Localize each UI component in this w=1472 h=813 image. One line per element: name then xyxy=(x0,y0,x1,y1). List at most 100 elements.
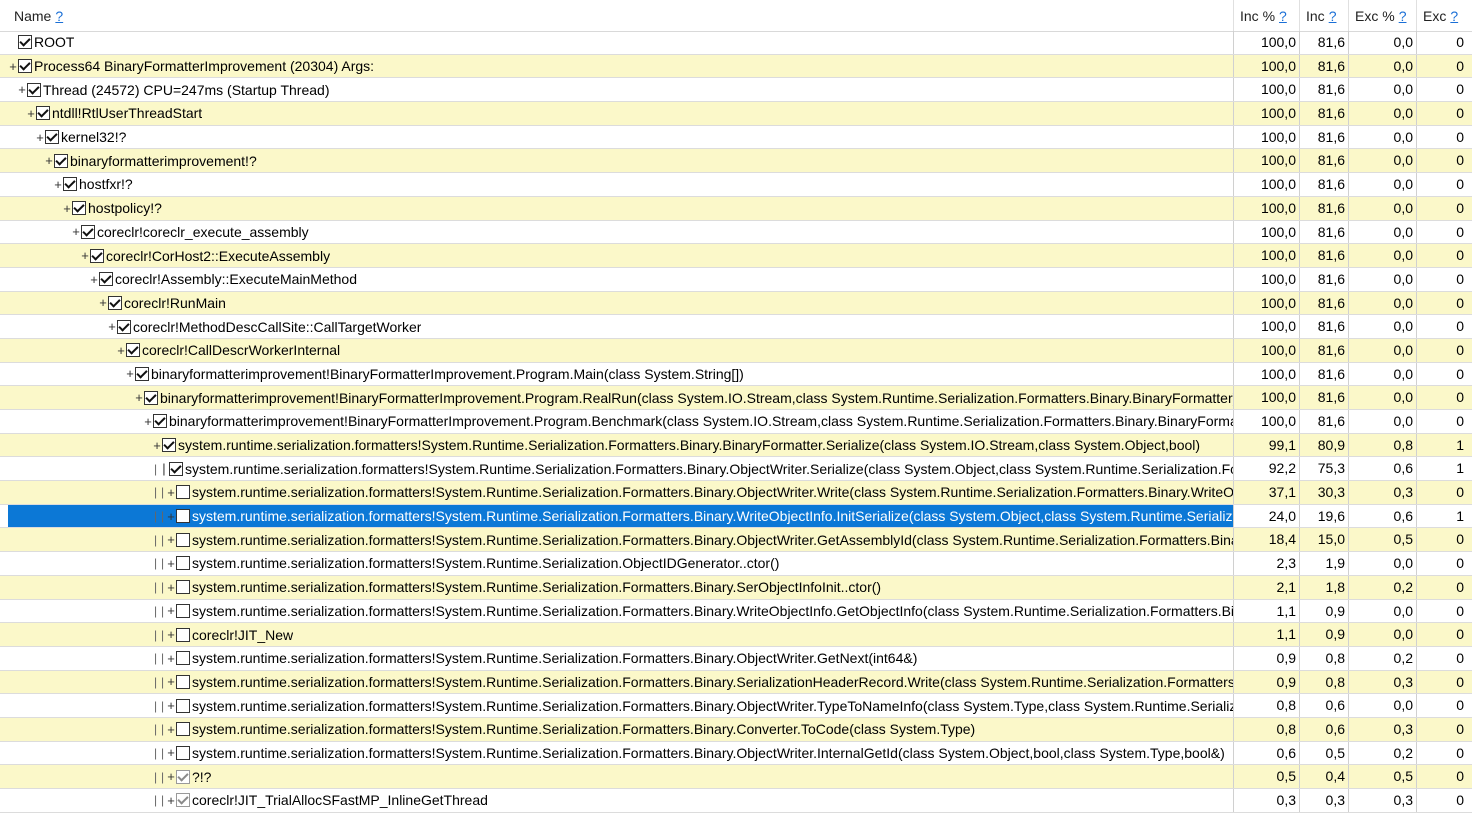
node-checkbox[interactable] xyxy=(36,106,50,121)
table-row[interactable]: + coreclr!coreclr_execute_assembly 100,0 81… xyxy=(0,220,1472,245)
node-checkbox[interactable] xyxy=(81,224,95,239)
table-row[interactable]: + hostfxr!? 100,0 81,6 0,0 0 xyxy=(0,173,1472,197)
table-row[interactable]: | | + system.runtime.serialization.formatte… xyxy=(0,599,1472,624)
name-cell[interactable]: + coreclr!Assembly::ExecuteMainMethod xyxy=(8,268,1233,291)
name-cell[interactable]: | | + coreclr!JIT_New xyxy=(8,623,1233,646)
inc-help-link[interactable]: ? xyxy=(1329,8,1337,24)
table-row[interactable]: | | system.runtime.serialization.formatter… xyxy=(0,457,1472,482)
node-checkbox[interactable] xyxy=(176,745,190,760)
expand-toggle[interactable]: + xyxy=(44,154,54,167)
name-cell[interactable]: + binaryformatterimprovement!BinaryFormat… xyxy=(8,410,1233,433)
name-cell[interactable]: ROOT xyxy=(8,31,1233,54)
expand-toggle[interactable]: + xyxy=(166,794,176,807)
expand-toggle[interactable]: + xyxy=(8,60,18,73)
node-checkbox[interactable] xyxy=(63,177,77,192)
name-cell[interactable]: + coreclr!coreclr_execute_assembly xyxy=(8,221,1233,244)
name-cell[interactable]: + system.runtime.serialization.formatters… xyxy=(8,434,1233,457)
node-checkbox[interactable] xyxy=(176,769,190,784)
name-cell[interactable]: + binaryformatterimprovement!BinaryFormat… xyxy=(8,363,1233,386)
expand-toggle[interactable]: + xyxy=(62,202,72,215)
expand-toggle[interactable]: + xyxy=(166,486,176,499)
node-checkbox[interactable] xyxy=(126,343,140,358)
node-checkbox[interactable] xyxy=(54,153,68,168)
node-checkbox[interactable] xyxy=(176,627,190,642)
column-header-name[interactable]: Name? xyxy=(14,0,1224,31)
name-cell[interactable]: | | + system.runtime.serialization.formatte… xyxy=(8,600,1233,623)
node-checkbox[interactable] xyxy=(176,698,190,713)
table-row[interactable]: | | + system.runtime.serialization.formatte… xyxy=(0,694,1472,718)
node-checkbox[interactable] xyxy=(27,82,41,97)
table-row[interactable]: | | + system.runtime.serialization.formatte… xyxy=(0,670,1472,695)
node-checkbox[interactable] xyxy=(176,651,190,666)
name-cell[interactable]: + coreclr!CorHost2::ExecuteAssembly xyxy=(8,244,1233,267)
expand-toggle[interactable]: + xyxy=(125,367,135,380)
name-cell[interactable]: + Process64 BinaryFormatterImprovement (2… xyxy=(8,55,1233,78)
node-checkbox[interactable] xyxy=(176,603,190,618)
expand-toggle[interactable]: + xyxy=(89,273,99,286)
header-divider[interactable] xyxy=(1233,0,1234,31)
node-checkbox[interactable] xyxy=(176,722,190,737)
table-row[interactable]: + binaryformatterimprovement!BinaryFormat… xyxy=(0,410,1472,434)
node-checkbox[interactable] xyxy=(162,438,176,453)
expand-toggle[interactable]: + xyxy=(166,675,176,688)
column-header-inc-pct[interactable]: Inc %? xyxy=(1240,0,1298,31)
table-row[interactable]: + Thread (24572) CPU=247ms (Startup Threa… xyxy=(0,78,1472,103)
header-divider[interactable] xyxy=(1416,0,1417,31)
node-checkbox[interactable] xyxy=(176,509,190,524)
expand-toggle[interactable]: + xyxy=(98,296,108,309)
node-checkbox[interactable] xyxy=(144,390,158,405)
table-row[interactable]: + coreclr!RunMain 100,0 81,6 0,0 0 xyxy=(0,291,1472,316)
table-row[interactable]: + system.runtime.serialization.formatters… xyxy=(0,433,1472,458)
expand-toggle[interactable]: + xyxy=(166,628,176,641)
name-cell[interactable]: | | system.runtime.serialization.formatter… xyxy=(8,457,1233,480)
expand-toggle[interactable]: + xyxy=(26,107,36,120)
name-cell[interactable]: + ntdll!RtlUserThreadStart xyxy=(8,102,1233,125)
name-help-link[interactable]: ? xyxy=(55,8,63,24)
table-row[interactable]: | | + coreclr!JIT_TrialAllocSFastMP_InlineG… xyxy=(0,789,1472,813)
expand-toggle[interactable]: + xyxy=(166,746,176,759)
table-row[interactable]: + coreclr!MethodDescCallSite::CallTargetW… xyxy=(0,315,1472,339)
table-row[interactable]: | | + coreclr!JIT_New 1,1 0,9 0,0 0 xyxy=(0,623,1472,647)
table-row[interactable]: | | + system.runtime.serialization.formatte… xyxy=(0,646,1472,671)
name-cell[interactable]: + hostpolicy!? xyxy=(8,197,1233,220)
table-row[interactable]: ROOT 100,0 81,6 0,0 0 xyxy=(0,31,1472,55)
node-checkbox[interactable] xyxy=(176,580,190,595)
table-row[interactable]: | | + system.runtime.serialization.formatte… xyxy=(0,575,1472,600)
expand-toggle[interactable]: + xyxy=(71,225,81,238)
expand-toggle[interactable]: + xyxy=(166,604,176,617)
name-cell[interactable]: | | + system.runtime.serialization.formatte… xyxy=(8,576,1233,599)
node-checkbox[interactable] xyxy=(169,461,183,476)
column-header-exc[interactable]: Exc? xyxy=(1423,0,1468,31)
exc-help-link[interactable]: ? xyxy=(1450,8,1458,24)
name-cell[interactable]: + coreclr!MethodDescCallSite::CallTargetW… xyxy=(8,315,1233,338)
name-cell[interactable]: + Thread (24572) CPU=247ms (Startup Threa… xyxy=(8,78,1233,101)
node-checkbox[interactable] xyxy=(176,556,190,571)
expand-toggle[interactable]: + xyxy=(166,557,176,570)
node-checkbox[interactable] xyxy=(135,366,149,381)
name-cell[interactable]: + hostfxr!? xyxy=(8,173,1233,196)
name-cell[interactable]: | | + system.runtime.serialization.formatte… xyxy=(8,742,1233,765)
name-cell[interactable]: | | + coreclr!JIT_TrialAllocSFastMP_InlineG… xyxy=(8,789,1233,812)
table-row[interactable]: | | + system.runtime.serialization.formatte… xyxy=(0,741,1472,766)
table-row[interactable]: | | + system.runtime.serialization.formatte… xyxy=(0,481,1472,505)
expand-toggle[interactable]: + xyxy=(166,723,176,736)
name-cell[interactable]: | | + system.runtime.serialization.formatte… xyxy=(8,528,1233,551)
column-header-exc-pct[interactable]: Exc %? xyxy=(1355,0,1415,31)
table-row[interactable]: | | +?!? 0,5 0,4 0,5 0 xyxy=(0,765,1472,789)
node-checkbox[interactable] xyxy=(90,248,104,263)
node-checkbox[interactable] xyxy=(176,793,190,808)
table-row[interactable]: + coreclr!CallDescrWorkerInternal 100,0 81,… xyxy=(0,338,1472,363)
node-checkbox[interactable] xyxy=(176,532,190,547)
column-header-inc[interactable]: Inc? xyxy=(1306,0,1348,31)
name-cell[interactable]: | | + system.runtime.serialization.formatte… xyxy=(8,552,1233,575)
expand-toggle[interactable]: + xyxy=(143,415,153,428)
expand-toggle[interactable]: + xyxy=(107,320,117,333)
name-cell[interactable]: | | + system.runtime.serialization.formatte… xyxy=(8,671,1233,694)
table-row[interactable]: | | + system.runtime.serialization.formatte… xyxy=(0,717,1472,742)
table-row[interactable]: + ntdll!RtlUserThreadStart 100,0 81,6 0,0 0 xyxy=(0,102,1472,126)
table-row[interactable]: + binaryformatterimprovement!? 100,0 81,6 0,… xyxy=(0,149,1472,174)
name-cell[interactable]: + coreclr!CallDescrWorkerInternal xyxy=(8,339,1233,362)
expand-toggle[interactable]: + xyxy=(166,533,176,546)
expand-toggle[interactable]: + xyxy=(166,770,176,783)
node-checkbox[interactable] xyxy=(18,59,32,74)
